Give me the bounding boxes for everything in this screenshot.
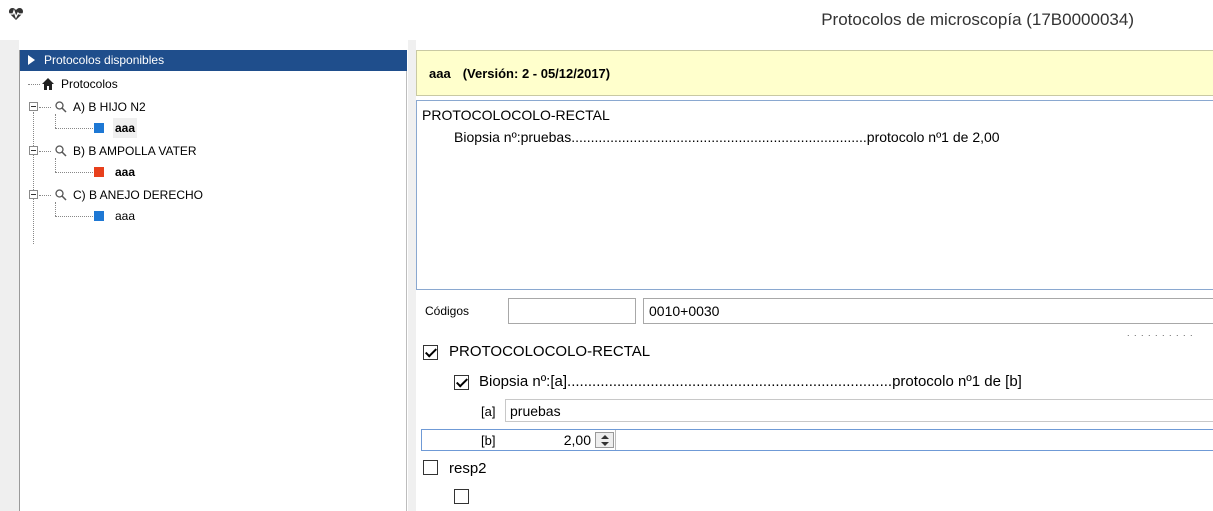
blue-square-icon (94, 211, 104, 221)
protocol-version: (Versión: 2 - 05/12/2017) (462, 66, 611, 81)
red-square-icon (94, 167, 104, 177)
left-margin (0, 40, 19, 511)
spin-up-icon[interactable] (601, 435, 609, 439)
spinner-arrows-icon[interactable] (595, 432, 614, 448)
tree-root-label: Protocolos (61, 77, 118, 91)
caret-right-icon (28, 55, 35, 65)
tree-connector (33, 112, 34, 244)
section-label: PROTOCOLOCOLO-RECTAL (449, 343, 651, 360)
spin-down-icon[interactable] (601, 442, 609, 446)
tree-group-label: B) B AMPOLLA VATER (73, 144, 197, 158)
heart-pulse-icon (8, 8, 24, 20)
param-a-tag: [a] (481, 404, 496, 419)
protocol-preview[interactable]: PROTOCOLOCOLO-RECTAL Biopsia nº:pruebas.… (416, 100, 1213, 290)
codes-label: Códigos (425, 304, 470, 318)
field-divider (615, 430, 616, 450)
collapse-icon[interactable] (29, 190, 38, 199)
code-input-2[interactable]: 0010+0030 (643, 298, 1213, 324)
tree-connector (55, 128, 95, 129)
protocol-name: aaa (429, 66, 451, 81)
protocol-tree-panel: Protocolos disponibles Protocolos A) B H… (19, 50, 407, 511)
magnifier-icon (55, 101, 67, 113)
preview-line-1: PROTOCOLOCOLO-RECTAL (422, 107, 610, 123)
param-b-input[interactable]: 2,00 (506, 430, 595, 450)
param-a-input[interactable]: pruebas (505, 399, 1213, 422)
window-title: Protocolos de microscopía (17B0000034) (821, 10, 1134, 29)
empty-checkbox[interactable] (454, 489, 469, 504)
collapse-icon[interactable] (29, 146, 38, 155)
tree-item-label: aaa (115, 209, 136, 223)
resp2-checkbox[interactable] (423, 460, 438, 475)
panel-splitter[interactable] (408, 40, 416, 511)
tree-connector (39, 107, 51, 108)
tree-connector (55, 114, 56, 128)
tree-group-label: A) B HIJO N2 (73, 100, 146, 114)
magnifier-icon (55, 145, 67, 157)
tree-connector (55, 158, 56, 172)
preview-line-2: Biopsia nº:pruebas......................… (454, 129, 1000, 145)
resp2-label: resp2 (449, 460, 487, 477)
tree-item-label: aaa (115, 121, 136, 135)
tree-connector (55, 202, 56, 216)
tree-group-label: C) B ANEJO DERECHO (73, 188, 204, 202)
tree-connector (55, 172, 95, 173)
protocol-header: aaa (Versión: 2 - 05/12/2017) (416, 50, 1213, 96)
param-b-tag: [b] (481, 433, 496, 448)
protocol-title: aaa (Versión: 2 - 05/12/2017) (429, 66, 610, 81)
tree-connector (55, 216, 95, 217)
tree-connector (39, 195, 51, 196)
collapse-icon[interactable] (29, 102, 38, 111)
tree-connector (39, 151, 51, 152)
tree-item-aaa[interactable]: aaa (113, 118, 138, 138)
item-checkbox[interactable] (454, 375, 469, 390)
tree-item-label: aaa (115, 165, 136, 179)
blue-square-icon (94, 123, 104, 133)
tree-header-label: Protocolos disponibles (44, 53, 165, 67)
code-input-1[interactable] (508, 298, 636, 324)
tree-header[interactable]: Protocolos disponibles (20, 50, 407, 71)
magnifier-icon (55, 189, 67, 201)
item-label: Biopsia nº:[a]..........................… (479, 373, 1022, 390)
splitter-grip[interactable]: . . . . . . . . . . (1127, 328, 1194, 338)
tree-connector (28, 84, 40, 85)
home-icon (42, 78, 54, 90)
section-checkbox[interactable] (423, 345, 438, 360)
